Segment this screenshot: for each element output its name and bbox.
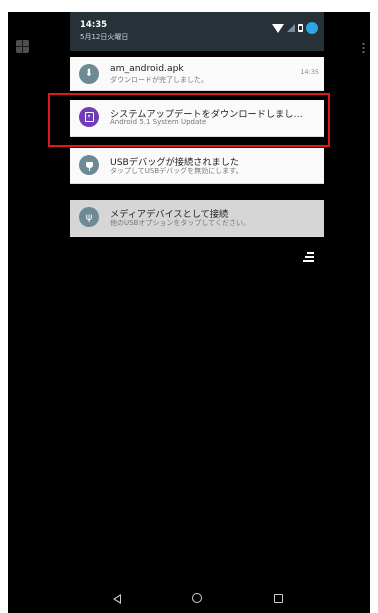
notification-shade: 14:35 5月12日火曜日 ⬇ am_android.apk ダウンロードが完… — [70, 12, 324, 237]
overflow-menu-icon[interactable] — [362, 42, 365, 54]
notification-time: 14:35 — [300, 68, 319, 76]
signal-icon — [287, 24, 295, 32]
launcher-grid-icon[interactable] — [16, 40, 29, 53]
notification-subtitle: タップしてUSBデバッグを無効にします。 — [110, 167, 243, 175]
usb-debug-icon — [79, 155, 99, 175]
status-icons — [272, 22, 318, 34]
notification-system-update[interactable]: システムアップデートをダウンロードしまし… Android 5.1 System… — [70, 100, 324, 137]
clear-all-icon[interactable] — [303, 252, 314, 264]
notification-media-device[interactable]: ψ メディアデバイスとして接続 他のUSBオプションをタップしてください。 — [70, 200, 324, 237]
notification-download[interactable]: ⬇ am_android.apk ダウンロードが完了しました。 14:35 — [70, 57, 324, 91]
notification-subtitle: 他のUSBオプションをタップしてください。 — [110, 219, 250, 227]
notification-usb-debugging[interactable]: USBデバッグが接続されました タップしてUSBデバッグを無効にします。 — [70, 148, 324, 184]
download-icon: ⬇ — [79, 64, 99, 84]
date-label: 5月12日火曜日 — [80, 33, 129, 41]
wifi-icon — [272, 23, 284, 33]
notification-subtitle: ダウンロードが完了しました。 — [110, 76, 208, 84]
notification-title: am_android.apk — [110, 63, 184, 74]
quick-settings-header[interactable]: 14:35 5月12日火曜日 — [70, 12, 324, 51]
usb-icon: ψ — [79, 207, 99, 227]
navigation-bar — [8, 585, 370, 613]
home-icon[interactable] — [192, 593, 202, 603]
notification-subtitle: Android 5.1 System Update — [110, 118, 207, 126]
back-icon[interactable] — [113, 594, 121, 604]
user-avatar-icon[interactable] — [306, 22, 318, 34]
system-update-icon — [79, 107, 99, 127]
clock: 14:35 — [80, 20, 108, 30]
battery-icon — [298, 24, 303, 32]
recent-apps-icon[interactable] — [274, 594, 283, 603]
